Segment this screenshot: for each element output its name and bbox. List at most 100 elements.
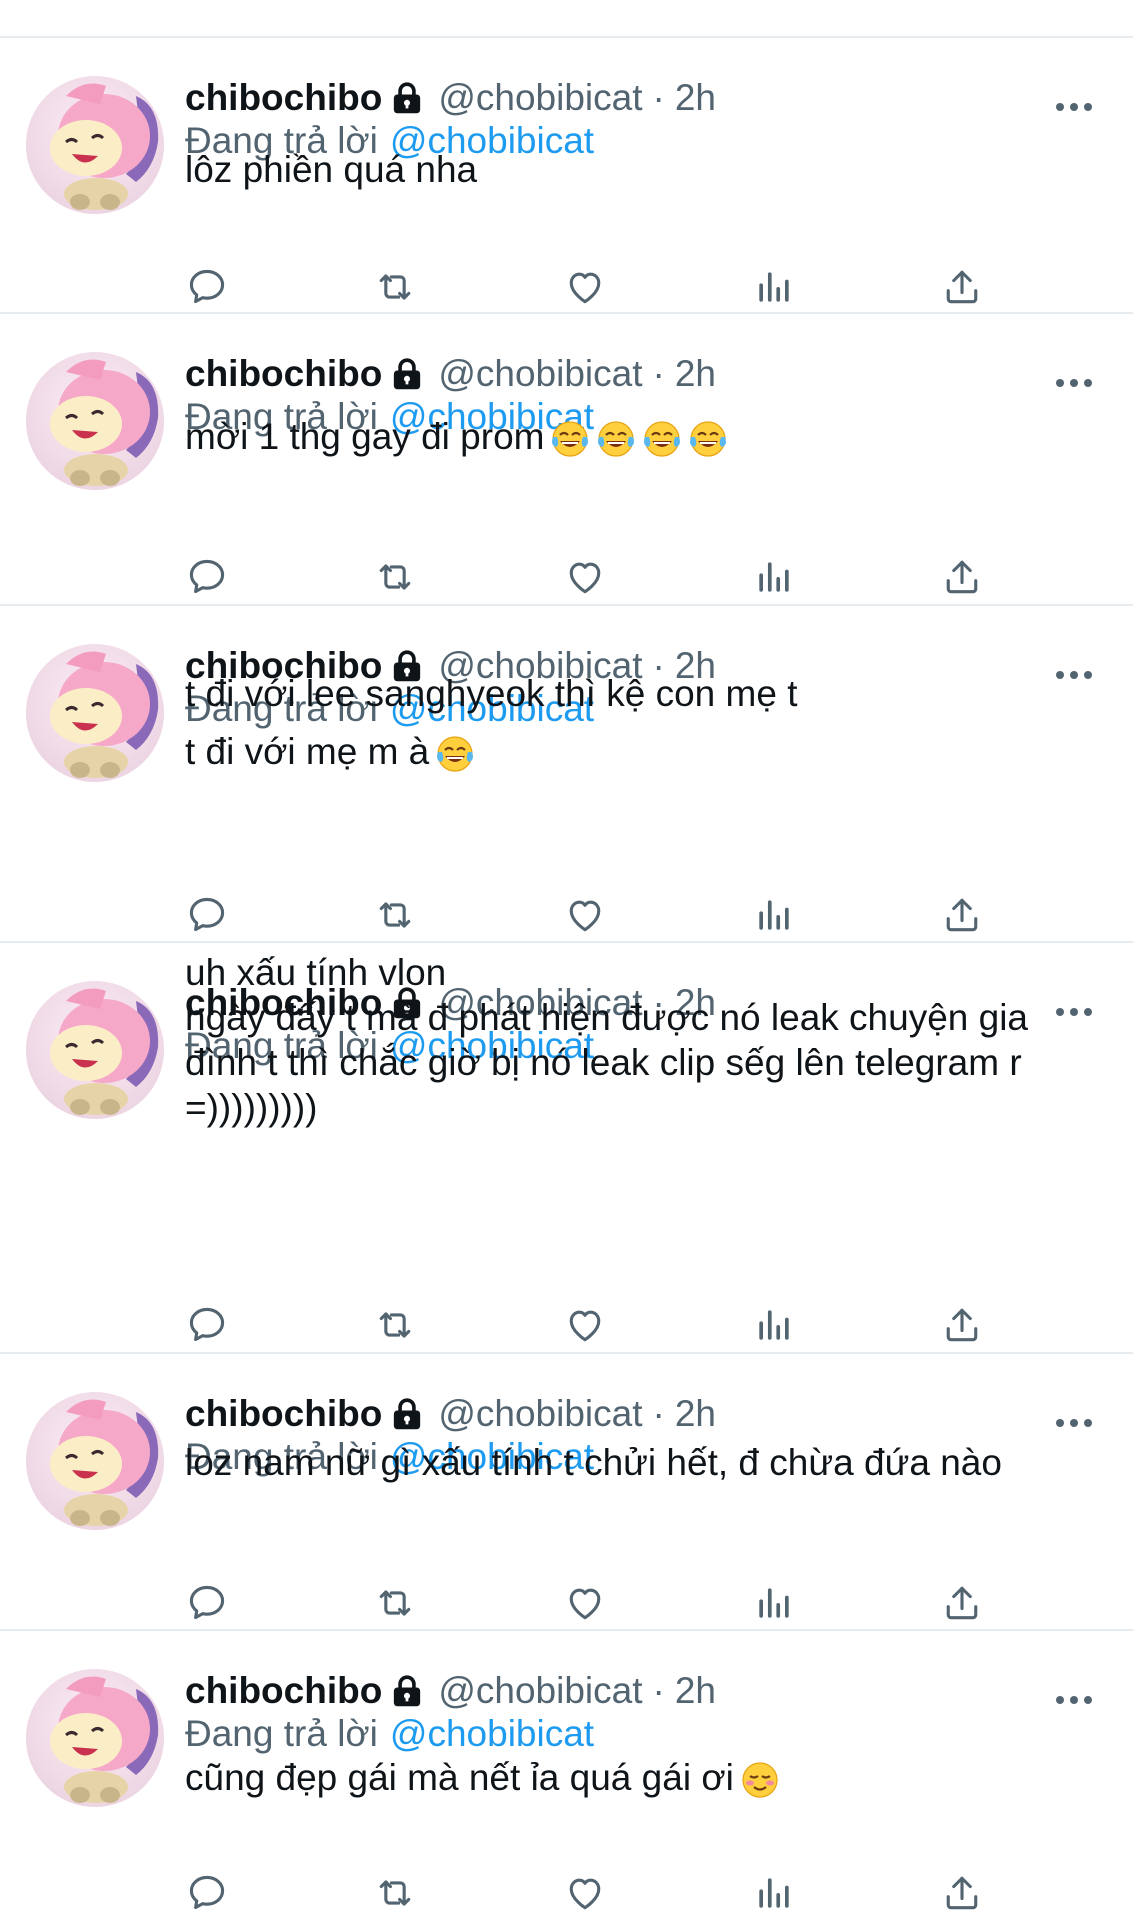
tweet-text: mời 1 thg gay đi prom [185, 414, 1095, 459]
tweet-header: chibochibo @chobibicat · 2h [185, 76, 716, 120]
tweet-text: cũng đẹp gái mà nết ỉa quá gái ơi [185, 1755, 1095, 1800]
laughing-tears-emoji [550, 419, 590, 459]
analytics-icon[interactable] [752, 555, 796, 599]
heart-icon[interactable] [563, 1581, 607, 1625]
display-name[interactable]: chibochibo [185, 353, 382, 395]
display-name[interactable]: chibochibo [185, 77, 382, 119]
user-handle[interactable]: @chobibicat [438, 353, 642, 395]
smiling-blush-emoji [740, 1760, 780, 1800]
share-icon[interactable] [940, 1581, 984, 1625]
tweet-text-line: =))))))))) [185, 1087, 318, 1128]
tweet-text: lôz phiền quá nha [185, 147, 1095, 192]
share-icon[interactable] [940, 1303, 984, 1347]
display-name[interactable]: chibochibo [185, 1393, 382, 1435]
tweet-text-line: t đi với mẹ m à [185, 723, 1095, 781]
lock-icon [390, 1396, 424, 1432]
user-handle[interactable]: @chobibicat [438, 1393, 642, 1435]
more-icon[interactable] [1054, 1416, 1094, 1430]
lock-icon [390, 356, 424, 392]
tweet-text-line: cũng đẹp gái mà nết ỉa quá gái ơi [185, 1755, 1095, 1800]
tweet-reply[interactable]: chibochibo @chobibicat · 2h Đang trả lời @cho… [0, 606, 1133, 943]
replying-to: Đang trả lời @chobibicat [185, 1711, 594, 1757]
replying-to-label: Đang trả lời [185, 1713, 378, 1754]
tweet-text-line: lôz phiền quá nha [185, 149, 478, 190]
comment-icon[interactable] [185, 1303, 229, 1347]
tweet-reply[interactable]: chibochibo @chobibicat · 2h Đang trả lời @cho… [0, 1354, 1133, 1631]
timestamp[interactable]: 2h [675, 77, 716, 119]
tweet-text: loz nam nữ gì xấu tính t chửi hết, đ chừ… [185, 1440, 1095, 1485]
heart-icon[interactable] [563, 1871, 607, 1915]
lock-icon [390, 80, 424, 116]
timestamp[interactable]: 2h [675, 353, 716, 395]
display-name[interactable]: chibochibo [185, 1670, 382, 1712]
tweet-text: t đi với lee sanghyeok thì kệ con mẹ t t … [185, 665, 1095, 781]
tweet-actions [0, 1303, 1133, 1347]
share-icon[interactable] [940, 265, 984, 309]
laughing-tears-emoji [596, 419, 636, 459]
tweet-text-line: uh xấu tính vlon [185, 952, 447, 993]
more-icon[interactable] [1054, 1693, 1094, 1707]
avatar[interactable] [26, 352, 164, 490]
tweet-text-line: đình t thì chắc giờ bị nó leak clip sếg … [185, 1042, 1022, 1083]
avatar[interactable] [26, 644, 164, 782]
tweet-actions [0, 1581, 1133, 1625]
comment-icon[interactable] [185, 1581, 229, 1625]
retweet-icon[interactable] [373, 265, 417, 309]
tweet-actions [0, 1871, 1133, 1915]
avatar[interactable] [26, 1392, 164, 1530]
heart-icon[interactable] [563, 555, 607, 599]
comment-icon[interactable] [185, 1871, 229, 1915]
replying-to-link[interactable]: @chobibicat [390, 1713, 594, 1755]
comment-icon[interactable] [185, 265, 229, 309]
tweet-reply[interactable]: chibochibo @chobibicat · 2h Đang trả lời @cho… [0, 314, 1133, 606]
comment-icon[interactable] [185, 893, 229, 937]
tweet-text-line: mời 1 thg gay đi prom [185, 414, 1095, 459]
avatar[interactable] [26, 1669, 164, 1807]
avatar[interactable] [26, 76, 164, 214]
retweet-icon[interactable] [373, 1581, 417, 1625]
tweet-reply[interactable]: chibochibo @chobibicat · 2h Đang trả lời @cho… [0, 1631, 1133, 1920]
heart-icon[interactable] [563, 1303, 607, 1347]
timestamp[interactable]: 2h [675, 1393, 716, 1435]
tweet-header: chibochibo @chobibicat · 2h [185, 1669, 716, 1713]
tweet-text-line: t đi với lee sanghyeok thì kệ con mẹ t [185, 673, 798, 714]
separator: · [652, 1393, 665, 1434]
tweet-reply[interactable]: chibochibo @chobibicat · 2h Đang trả lời @cho… [0, 38, 1133, 314]
analytics-icon[interactable] [752, 1581, 796, 1625]
analytics-icon[interactable] [752, 1871, 796, 1915]
tweet-actions [0, 893, 1133, 937]
analytics-icon[interactable] [752, 265, 796, 309]
tweet-header: chibochibo @chobibicat · 2h [185, 352, 716, 396]
analytics-icon[interactable] [752, 893, 796, 937]
laughing-tears-emoji [435, 734, 475, 774]
share-icon[interactable] [940, 1871, 984, 1915]
tweet-text: uh xấu tính vlon ngày đấy t mà đ phát hiệ… [185, 950, 1095, 1130]
analytics-icon[interactable] [752, 1303, 796, 1347]
comment-icon[interactable] [185, 555, 229, 599]
tweet-reply[interactable]: chibochibo @chobibicat · 2h Đang trả lời @cho… [0, 943, 1133, 1354]
separator: · [652, 353, 665, 394]
tweet-text-line: ngày đấy t mà đ phát hiện được nó leak c… [185, 997, 1029, 1038]
retweet-icon[interactable] [373, 1303, 417, 1347]
tweet-header: chibochibo @chobibicat · 2h [185, 1392, 716, 1436]
avatar[interactable] [26, 981, 164, 1119]
heart-icon[interactable] [563, 265, 607, 309]
laughing-tears-emoji [688, 419, 728, 459]
timestamp[interactable]: 2h [675, 1670, 716, 1712]
separator: · [652, 77, 665, 118]
share-icon[interactable] [940, 555, 984, 599]
more-icon[interactable] [1054, 100, 1094, 114]
tweet-actions [0, 265, 1133, 309]
laughing-tears-emoji [642, 419, 682, 459]
user-handle[interactable]: @chobibicat [438, 77, 642, 119]
user-handle[interactable]: @chobibicat [438, 1670, 642, 1712]
more-icon[interactable] [1054, 376, 1094, 390]
retweet-icon[interactable] [373, 555, 417, 599]
retweet-icon[interactable] [373, 893, 417, 937]
tweet-text-line: loz nam nữ gì xấu tính t chửi hết, đ chừ… [185, 1442, 1002, 1483]
heart-icon[interactable] [563, 893, 607, 937]
lock-icon [390, 1673, 424, 1709]
share-icon[interactable] [940, 893, 984, 937]
tweet-actions [0, 555, 1133, 599]
retweet-icon[interactable] [373, 1871, 417, 1915]
